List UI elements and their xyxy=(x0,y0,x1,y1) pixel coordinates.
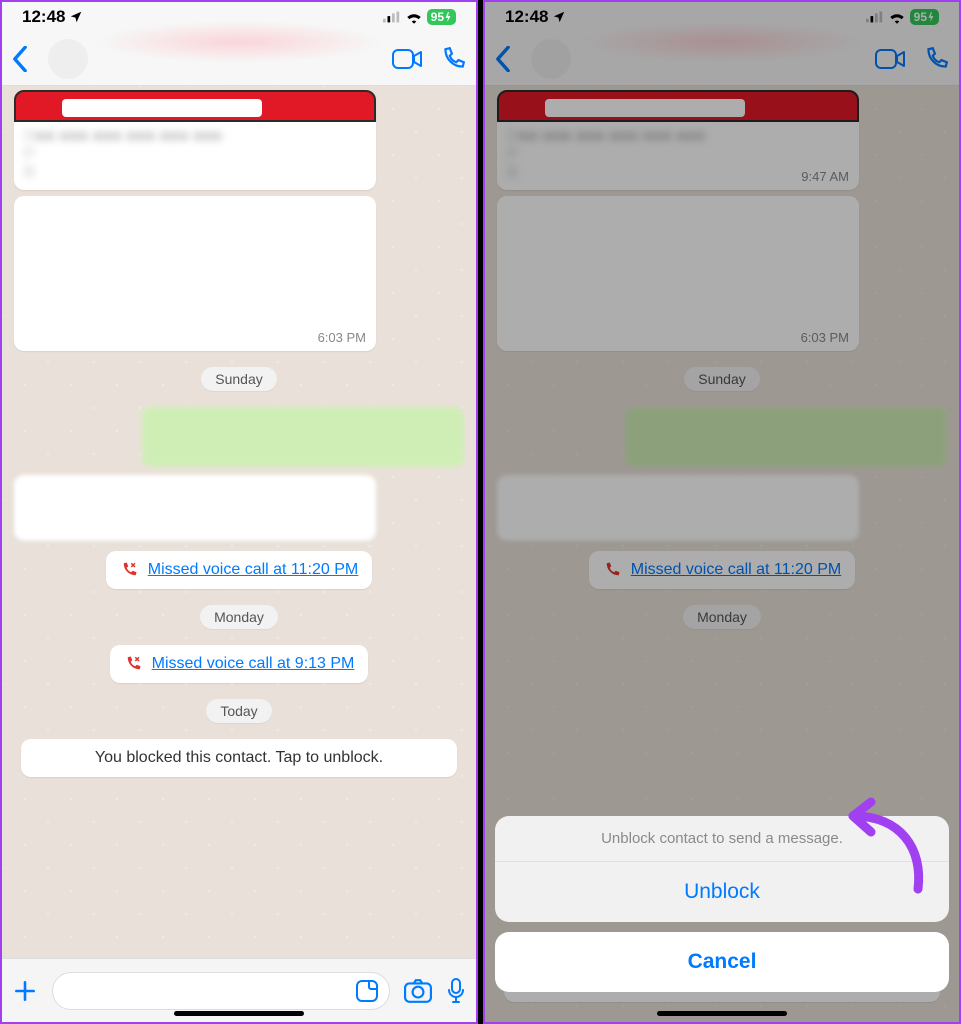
battery-icon: 95 xyxy=(427,9,456,25)
missed-call-link[interactable]: Missed voice call at 11:20 PM xyxy=(148,561,358,579)
missed-call-pill[interactable]: Missed voice call at 11:20 PM xyxy=(106,551,372,589)
sheet-title: Unblock contact to send a message. xyxy=(495,816,949,862)
wifi-icon xyxy=(405,10,423,24)
home-indicator xyxy=(174,1011,304,1016)
missed-call-icon xyxy=(124,655,142,673)
message-bubble-received[interactable] xyxy=(14,475,376,541)
chat-header xyxy=(2,32,476,86)
voice-call-button[interactable] xyxy=(440,46,466,72)
screenshot-right: 12:48 95 xyxy=(483,0,961,1024)
chat-scroll[interactable]: D■■ ■■■ ■■■ ■■■ ■■■ ■■■PB 6:03 PM Sunday… xyxy=(2,86,476,958)
blocked-banner[interactable]: You blocked this contact. Tap to unblock… xyxy=(21,739,457,777)
cellular-icon xyxy=(383,11,401,23)
camera-button[interactable] xyxy=(404,979,432,1003)
missed-call-link[interactable]: Missed voice call at 9:13 PM xyxy=(152,655,355,673)
back-button[interactable] xyxy=(12,46,42,72)
cancel-button[interactable]: Cancel xyxy=(495,932,949,992)
missed-call-pill[interactable]: Missed voice call at 9:13 PM xyxy=(110,645,369,683)
message-time: 6:03 PM xyxy=(318,330,366,345)
attach-button[interactable] xyxy=(12,978,38,1004)
action-sheet: Unblock contact to send a message. Unblo… xyxy=(495,816,949,1010)
location-icon xyxy=(69,10,83,24)
home-indicator xyxy=(657,1011,787,1016)
message-input[interactable] xyxy=(52,972,390,1010)
date-separator: Sunday xyxy=(201,367,276,391)
date-separator: Today xyxy=(206,699,271,723)
status-time: 12:48 xyxy=(22,7,65,27)
video-call-button[interactable] xyxy=(392,48,422,70)
sticker-button[interactable] xyxy=(355,979,379,1003)
missed-call-icon xyxy=(120,561,138,579)
unblock-button[interactable]: Unblock xyxy=(495,862,949,922)
status-bar: 12:48 95 xyxy=(2,2,476,32)
screenshot-left: 12:48 95 xyxy=(0,0,478,1024)
mic-button[interactable] xyxy=(446,978,466,1004)
message-bubble-received[interactable]: D■■ ■■■ ■■■ ■■■ ■■■ ■■■PB xyxy=(14,90,376,190)
contact-name[interactable] xyxy=(98,49,374,69)
date-separator: Monday xyxy=(200,605,278,629)
message-bubble-sent[interactable] xyxy=(142,407,464,467)
contact-avatar[interactable] xyxy=(48,39,88,79)
message-bubble-received[interactable]: 6:03 PM xyxy=(14,196,376,351)
